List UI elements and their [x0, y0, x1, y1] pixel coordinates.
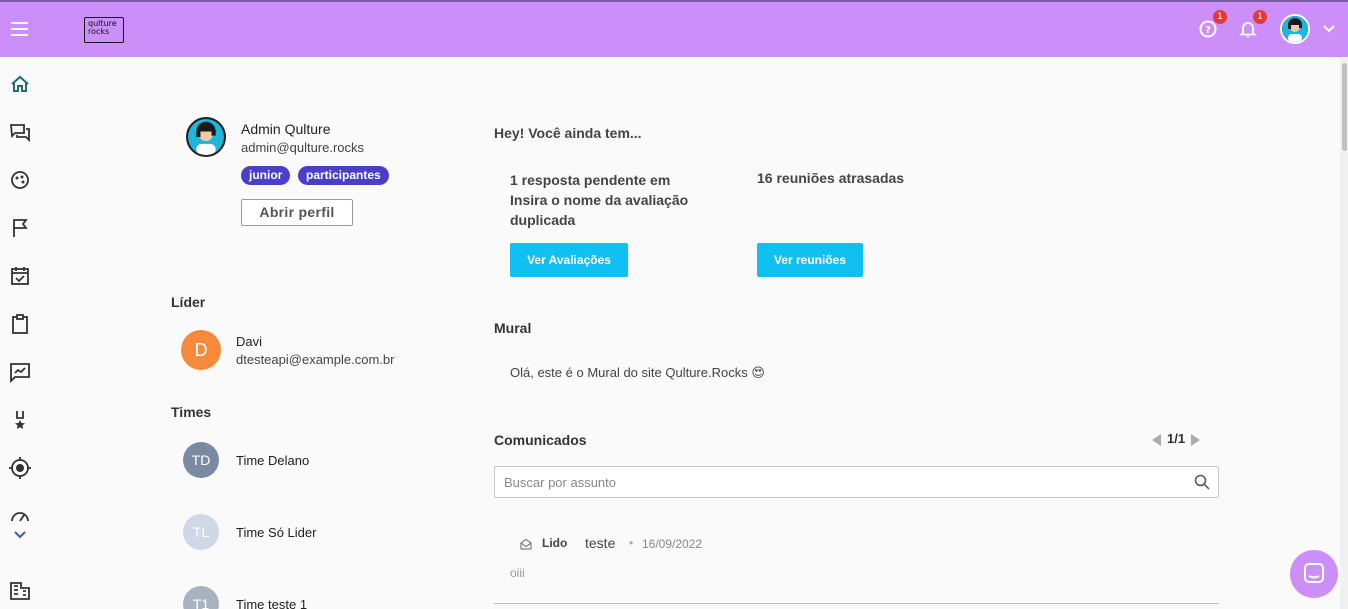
sidebar-item-performance[interactable]: [9, 505, 31, 527]
open-profile-button[interactable]: Abrir perfil: [241, 199, 353, 226]
logo[interactable]: qulture rocks: [84, 17, 124, 43]
sidebar-item-goals[interactable]: [9, 217, 31, 239]
top-bar: qulture rocks ? 1 1: [0, 0, 1348, 57]
profile-name: Admin Qulture: [241, 121, 331, 137]
leader-avatar[interactable]: D: [181, 330, 221, 370]
previous-page-icon[interactable]: [1152, 433, 1161, 446]
message-date: 16/09/2022: [642, 537, 703, 551]
help-badge: 1: [1213, 10, 1227, 24]
calendar-check-icon: [11, 267, 29, 285]
sidebar-item-company[interactable]: [9, 579, 31, 601]
mural-text: Olá, este é o Mural do site Qulture.Rock…: [510, 365, 765, 380]
avatar-image: [1282, 16, 1308, 42]
search-icon[interactable]: [1194, 474, 1210, 490]
sidebar-item-culture[interactable]: [9, 169, 31, 191]
leader-email: dtesteapi@example.com.br: [236, 352, 395, 367]
search-box: [494, 466, 1219, 498]
sidebar-item-evaluations[interactable]: [9, 313, 31, 335]
team-avatar[interactable]: T1: [183, 586, 219, 609]
profile-avatar: [186, 117, 226, 157]
team-avatar[interactable]: TD: [183, 442, 219, 478]
message-status: Lido: [542, 536, 568, 550]
leader-name[interactable]: Davi: [236, 334, 262, 349]
sidebar-item-recognition[interactable]: [9, 409, 31, 431]
chevron-down-icon: [14, 531, 26, 539]
view-meetings-button[interactable]: Ver reuniões: [757, 243, 863, 277]
late-meetings-text: 16 reuniões atrasadas: [757, 170, 905, 186]
view-evaluations-button[interactable]: Ver Avaliações: [510, 243, 628, 277]
home-icon: [11, 75, 29, 92]
user-avatar[interactable]: [1280, 14, 1310, 44]
pending-title: Hey! Você ainda tem...: [494, 125, 642, 141]
tag-junior[interactable]: junior: [241, 166, 291, 185]
notifications-button[interactable]: 1: [1238, 10, 1267, 39]
divider: [494, 603, 1219, 604]
leader-title: Líder: [171, 294, 206, 310]
chat-launcher-button[interactable]: [1290, 550, 1338, 598]
message-subject[interactable]: teste: [585, 535, 615, 551]
sidebar: [0, 57, 40, 609]
envelope-open-icon: [520, 538, 532, 550]
page-scrollbar[interactable]: [1340, 57, 1348, 609]
page-indicator: 1/1: [1167, 431, 1186, 446]
team-name[interactable]: Time teste 1: [236, 597, 307, 609]
announcements-title: Comunicados: [494, 432, 587, 448]
notifications-badge: 1: [1253, 10, 1267, 24]
message-body: oiii: [510, 566, 525, 580]
team-avatar[interactable]: TL: [183, 514, 219, 550]
medal-icon: [15, 411, 25, 429]
sidebar-expand-button[interactable]: [9, 527, 31, 549]
palette-icon: [11, 171, 29, 189]
avatar-image: [188, 119, 224, 155]
mural-title: Mural: [494, 320, 532, 336]
speedometer-icon: [11, 512, 29, 522]
team-name[interactable]: Time Delano: [236, 453, 309, 468]
teams-title: Times: [171, 404, 212, 420]
svg-text:?: ?: [1205, 25, 1211, 36]
sidebar-item-surveys[interactable]: [9, 361, 31, 384]
tag-participantes[interactable]: participantes: [298, 166, 389, 185]
chevron-down-icon[interactable]: [1322, 22, 1336, 36]
building-icon: [10, 582, 30, 600]
flag-icon: [13, 219, 28, 237]
message-separator: •: [629, 536, 634, 550]
hamburger-menu-icon[interactable]: [11, 22, 28, 36]
clipboard-icon: [12, 314, 28, 334]
survey-icon: [10, 363, 30, 384]
target-icon: [9, 457, 31, 479]
sidebar-item-home[interactable]: [9, 73, 31, 95]
next-page-icon[interactable]: [1191, 433, 1201, 446]
scrollbar-thumb[interactable]: [1342, 63, 1347, 151]
sidebar-item-okrs[interactable]: [9, 457, 31, 479]
profile-email: admin@qulture.rocks: [241, 140, 365, 155]
team-name[interactable]: Time Só Lider: [236, 525, 316, 540]
pending-evaluations-text: 1 resposta pendente em Insira o nome da …: [510, 172, 689, 228]
pagination: 1/1: [1152, 431, 1201, 446]
sidebar-item-feedback[interactable]: [9, 121, 31, 143]
logo-line2: rocks: [88, 27, 110, 36]
search-input[interactable]: [504, 473, 1184, 491]
chat-icon: [10, 124, 30, 143]
sidebar-item-meetings[interactable]: [9, 265, 31, 287]
help-button[interactable]: ? 1: [1198, 10, 1227, 39]
chat-bubble-icon: [1304, 563, 1324, 583]
